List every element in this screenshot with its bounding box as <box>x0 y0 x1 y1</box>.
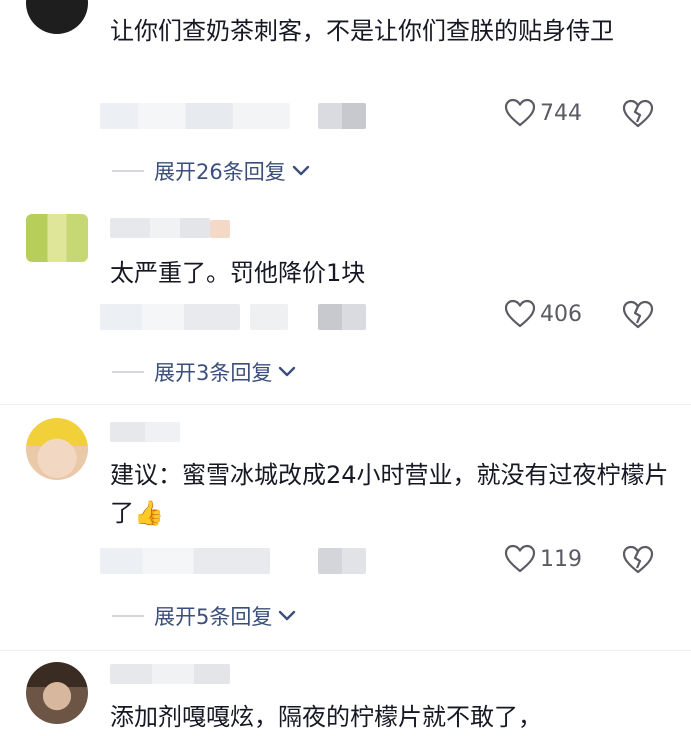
heart-outline-icon <box>504 98 536 127</box>
comment-meta-blurred <box>318 548 366 574</box>
expand-divider-line <box>112 615 144 617</box>
like-button[interactable]: 406 <box>504 299 582 329</box>
avatar[interactable] <box>26 0 88 34</box>
comment-meta-blurred <box>100 304 240 330</box>
comment-text: 添加剂嘎嘎炫，隔夜的柠檬片就不敢了， <box>110 703 542 731</box>
like-count: 406 <box>540 301 582 327</box>
dislike-button[interactable] <box>622 99 654 133</box>
heart-outline-icon <box>504 544 536 573</box>
expand-replies-label: 展开5条回复 <box>154 605 273 629</box>
section-divider <box>0 404 691 405</box>
like-button[interactable]: 119 <box>504 544 582 574</box>
broken-heart-icon <box>622 300 654 329</box>
comment-meta-blurred <box>318 304 366 330</box>
section-divider <box>0 650 691 651</box>
comment-meta-blurred <box>318 103 366 129</box>
avatar[interactable] <box>26 418 88 480</box>
expand-replies-label: 展开26条回复 <box>154 160 286 184</box>
comment-text: 太严重了。罚他降价1块 <box>110 259 366 287</box>
chevron-down-icon <box>279 366 296 377</box>
comment-text: 让你们查奶茶刺客，不是让你们查朕的贴身侍卫 <box>110 17 614 45</box>
chevron-down-icon <box>292 165 309 176</box>
dislike-button[interactable] <box>622 545 654 579</box>
expand-divider-line <box>112 371 144 373</box>
avatar[interactable] <box>26 214 88 262</box>
expand-replies-button[interactable]: 展开5条回复 <box>112 601 296 631</box>
like-count: 119 <box>540 546 582 572</box>
expand-replies-button[interactable]: 展开3条回复 <box>112 357 296 387</box>
like-count: 744 <box>540 100 582 126</box>
username-badge-blurred <box>210 220 230 238</box>
expand-replies-button[interactable]: 展开26条回复 <box>112 156 310 186</box>
broken-heart-icon <box>622 99 654 128</box>
username-blurred <box>110 664 230 684</box>
comment-meta-blurred <box>100 103 290 129</box>
comment-text: 建议：蜜雪冰城改成24小时营业，就没有过夜柠檬片了👍 <box>110 461 669 527</box>
username-blurred <box>110 422 180 442</box>
username-blurred <box>110 218 210 238</box>
comment-meta-blurred <box>100 548 270 574</box>
comment-meta-blurred <box>250 304 288 330</box>
heart-outline-icon <box>504 299 536 328</box>
avatar[interactable] <box>26 662 88 724</box>
chevron-down-icon <box>279 610 296 621</box>
broken-heart-icon <box>622 545 654 574</box>
like-button[interactable]: 744 <box>504 98 582 128</box>
expand-divider-line <box>112 170 144 172</box>
expand-replies-label: 展开3条回复 <box>154 361 273 385</box>
dislike-button[interactable] <box>622 300 654 334</box>
